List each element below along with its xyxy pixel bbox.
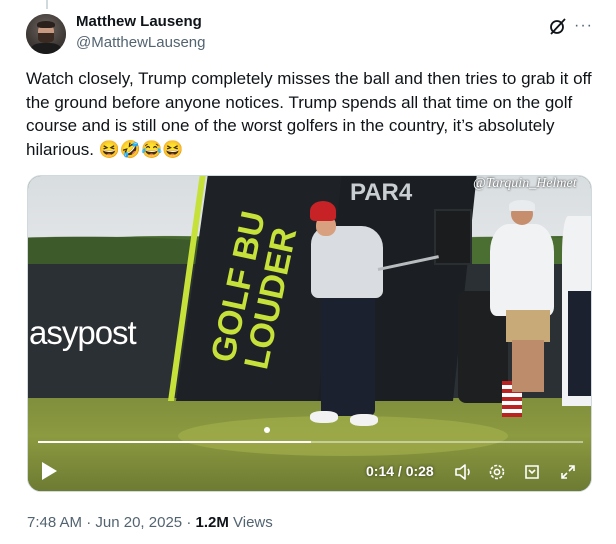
separator: · [186,514,192,531]
tweet-text: Watch closely, Trump completely misses t… [26,69,592,159]
video-player[interactable]: asypost GOLF BU LOUDER PAR4 @Tarquin_Hel… [27,175,592,492]
tweet-time[interactable]: 7:48 AM [27,514,82,531]
video-progress-fill [38,441,311,443]
views-label: Views [233,514,273,531]
par-label: PAR4 [350,179,413,206]
author-name[interactable]: Matthew Lauseng [76,13,202,30]
tweet-date[interactable]: Jun 20, 2025 [95,514,182,531]
author-handle[interactable]: @MatthewLauseng [76,34,205,51]
captions-icon[interactable] [522,462,542,482]
video-progress-bar[interactable] [38,441,583,443]
separator: · [86,514,92,531]
grok-icon[interactable] [548,16,568,36]
sponsor-text: asypost [29,314,137,351]
gear-icon[interactable] [487,462,507,482]
tweet-metadata: 7:48 AM · Jun 20, 2025 · 1.2M Views [27,514,273,531]
golfer [311,226,383,298]
speaker-box [434,209,472,265]
bystander [490,224,554,316]
watermark: @Tarquin_Helmet [473,176,577,191]
golf-ball [264,427,270,433]
volume-icon[interactable] [453,462,473,482]
views-count: 1.2M [195,514,229,531]
video-time: 0:14 / 0:28 [366,463,434,479]
more-icon[interactable]: ··· [574,18,596,34]
thread-connector-line [46,0,48,9]
play-icon[interactable] [34,457,62,485]
avatar[interactable] [26,14,66,54]
expand-icon[interactable] [558,462,578,482]
